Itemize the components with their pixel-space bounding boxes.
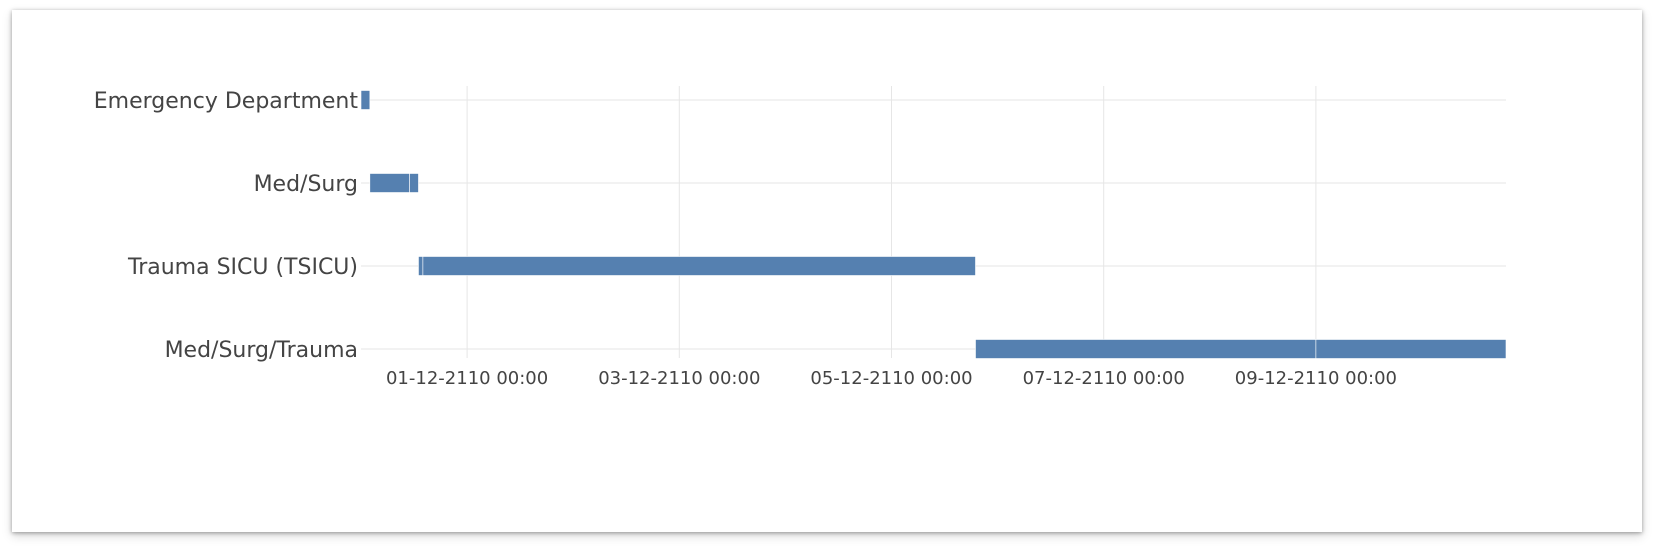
bars <box>360 90 1507 359</box>
x-axis-labels: 01-12-2110 00:00 03-12-2110 00:00 05-12-21… <box>386 368 1397 389</box>
timeline-chart: Emergency Department Med/Surg Trauma SICU … <box>94 86 1507 389</box>
y-category-label: Emergency Department <box>94 89 359 114</box>
x-tick-label: 07-12-2110 00:00 <box>1023 368 1185 389</box>
timeline-bar[interactable] <box>1315 339 1507 359</box>
y-category-label: Med/Surg <box>254 172 358 197</box>
timeline-bar[interactable] <box>360 90 371 110</box>
y-axis-labels: Emergency Department Med/Surg Trauma SICU … <box>94 89 359 363</box>
timeline-bar[interactable] <box>369 173 410 193</box>
timeline-bar[interactable] <box>418 256 424 276</box>
gridlines <box>361 86 1506 358</box>
x-tick-label: 09-12-2110 00:00 <box>1235 368 1397 389</box>
y-category-label: Trauma SICU (TSICU) <box>127 255 358 280</box>
timeline-bar[interactable] <box>975 339 1317 359</box>
x-tick-label: 03-12-2110 00:00 <box>598 368 760 389</box>
x-tick-label: 01-12-2110 00:00 <box>386 368 548 389</box>
x-tick-label: 05-12-2110 00:00 <box>810 368 972 389</box>
timeline-bar[interactable] <box>422 256 976 276</box>
y-category-label: Med/Surg/Trauma <box>165 338 358 363</box>
timeline-bar[interactable] <box>409 173 419 193</box>
